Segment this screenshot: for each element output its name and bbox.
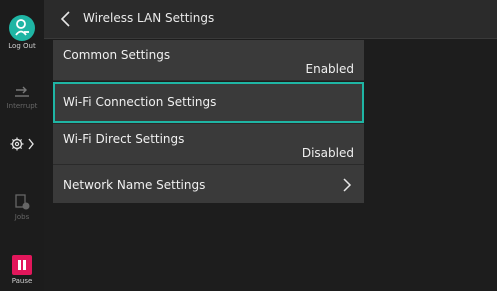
page-title: Wireless LAN Settings bbox=[83, 11, 215, 25]
pause-button[interactable]: Pause bbox=[0, 255, 44, 286]
network-name-settings-row[interactable]: Network Name Settings bbox=[53, 165, 364, 203]
device-settings-button[interactable] bbox=[0, 136, 44, 152]
wifi-direct-settings-row[interactable]: Wi-Fi Direct Settings Disabled bbox=[53, 124, 364, 164]
pause-label: Pause bbox=[11, 277, 33, 285]
row-label: Common Settings bbox=[63, 48, 171, 62]
chevron-right-icon bbox=[28, 138, 34, 150]
row-label: Wi-Fi Connection Settings bbox=[63, 95, 217, 109]
row-label: Network Name Settings bbox=[63, 178, 206, 192]
gear-icon bbox=[10, 137, 34, 151]
header-bar: Wireless LAN Settings bbox=[44, 0, 497, 39]
jobs-label: Jobs bbox=[14, 213, 30, 221]
logout-person-icon bbox=[9, 15, 35, 41]
row-value: Disabled bbox=[301, 146, 354, 160]
logout-button[interactable]: Log Out bbox=[0, 15, 44, 51]
wifi-connection-settings-row[interactable]: Wi-Fi Connection Settings bbox=[53, 82, 364, 123]
interrupt-button[interactable]: Interrupt bbox=[0, 84, 44, 111]
jobs-icon bbox=[15, 194, 30, 210]
interrupt-icon bbox=[15, 86, 29, 97]
logout-label: Log Out bbox=[8, 42, 36, 50]
common-settings-row[interactable]: Common Settings Enabled bbox=[53, 40, 364, 80]
jobs-button[interactable]: Jobs bbox=[0, 193, 44, 222]
chevron-right-icon bbox=[343, 178, 352, 192]
interrupt-label: Interrupt bbox=[6, 102, 38, 110]
row-value: Enabled bbox=[305, 62, 355, 76]
divider bbox=[53, 80, 364, 81]
pause-icon bbox=[12, 255, 32, 275]
row-label: Wi-Fi Direct Settings bbox=[63, 132, 185, 146]
chevron-left-icon[interactable] bbox=[58, 10, 74, 28]
left-rail: Log Out Interrupt Jobs Pause bbox=[0, 0, 44, 291]
